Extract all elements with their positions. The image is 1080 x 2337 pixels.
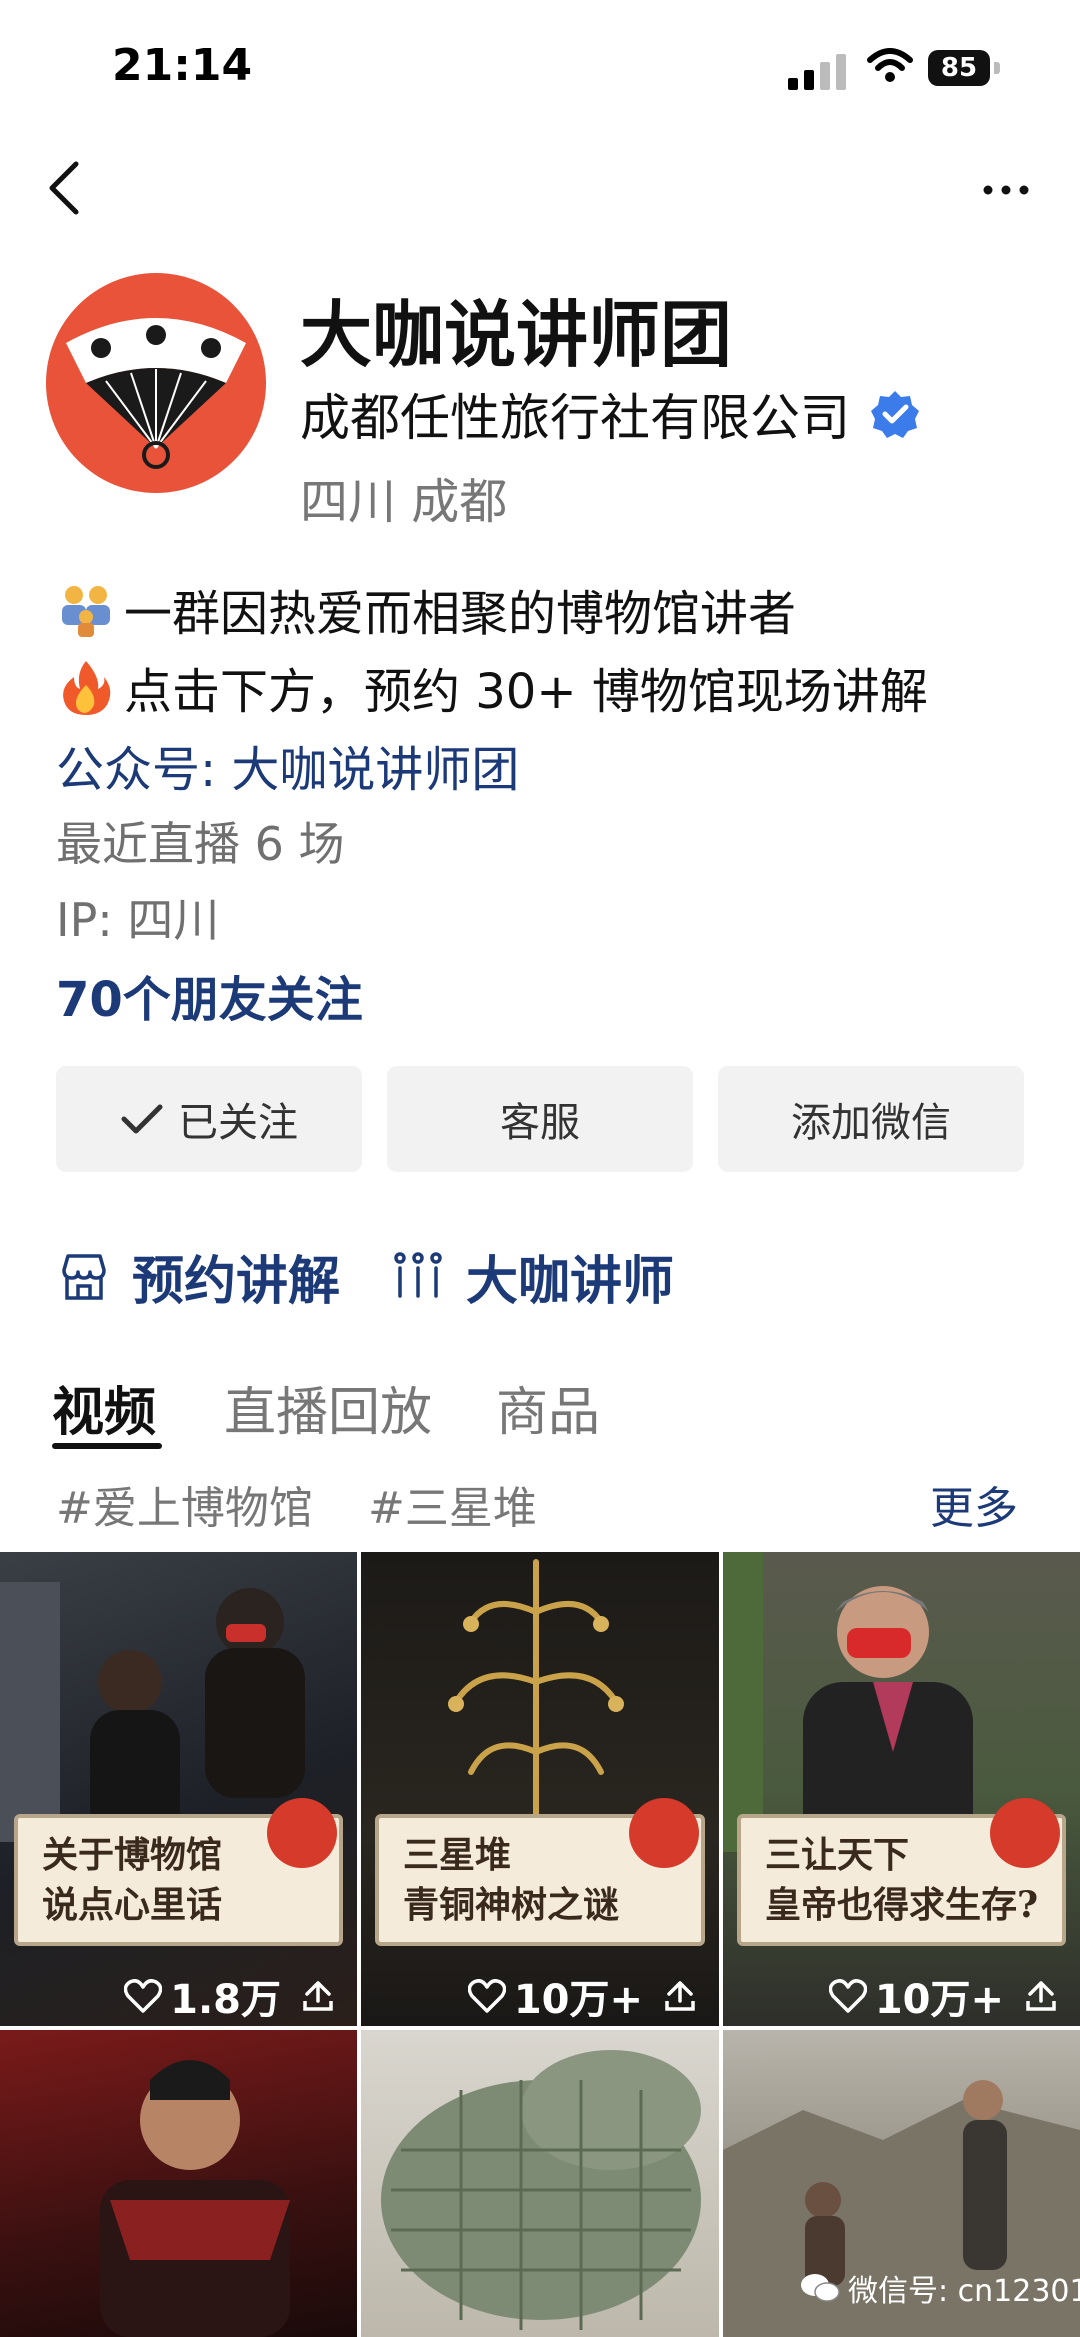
share-icon[interactable] xyxy=(301,1979,335,2013)
check-icon xyxy=(121,1104,163,1134)
watermark-text: 微信号: cn12301 xyxy=(848,2274,1080,2309)
verified-badge-icon xyxy=(871,391,919,438)
profile-location: 四川 成都 xyxy=(300,474,508,530)
video-thumbnail xyxy=(100,2060,290,2337)
customer-service-label: 客服 xyxy=(500,1100,580,1146)
video-caption: 三星堆 青铜神树之谜 xyxy=(403,1834,620,1926)
video-stats: 10万+ xyxy=(723,1966,1080,2026)
recent-live-count: 最近直播 6 场 xyxy=(56,817,345,871)
battery-level: 85 xyxy=(928,50,990,86)
share-icon[interactable] xyxy=(663,1979,697,2013)
brand-stamp-icon xyxy=(267,1798,337,1868)
battery-icon: 85 xyxy=(928,50,1002,90)
more-tags-link[interactable]: 更多 xyxy=(930,1472,1018,1536)
video-tile[interactable]: 三星堆 青铜神树之谜 10万+ xyxy=(361,1552,719,2026)
tab-videos[interactable]: 视频 xyxy=(52,1370,156,1445)
heart-icon xyxy=(124,1979,163,2013)
back-icon[interactable] xyxy=(40,158,90,218)
ip-location: IP: 四川 xyxy=(56,893,220,947)
friends-follow-link[interactable]: 70个朋友关注 xyxy=(56,960,363,1030)
book-tour-label: 预约讲解 xyxy=(132,1251,341,1312)
lecturers-label: 大咖讲师 xyxy=(466,1251,675,1312)
store-icon xyxy=(62,1254,106,1300)
video-likes: 1.8万 xyxy=(170,1977,281,2023)
share-icon[interactable] xyxy=(1024,1979,1058,2013)
video-thumbnail xyxy=(381,2050,701,2330)
status-time: 21:14 xyxy=(112,40,253,91)
people-group-icon xyxy=(394,1252,442,1298)
wechat-icon xyxy=(801,2274,840,2302)
people-emoji-icon xyxy=(62,586,110,637)
video-stats: 10万+ xyxy=(361,1966,719,2026)
official-account-link[interactable]: 公众号: 大咖说讲师团 xyxy=(56,730,519,800)
bio-line-1: 一群因热爱而相聚的博物馆讲者 xyxy=(56,574,796,644)
add-wechat-button[interactable]: 添加微信 xyxy=(718,1066,1024,1172)
fan-logo-icon xyxy=(66,318,246,469)
followed-button[interactable]: 已关注 xyxy=(56,1066,362,1172)
video-likes: 10万+ xyxy=(874,1977,1004,2023)
bio-text-1: 一群因热爱而相聚的博物馆讲者 xyxy=(124,586,797,642)
heart-icon xyxy=(467,1979,506,2013)
video-tile[interactable] xyxy=(0,2030,357,2337)
status-bar: 21:14 85 xyxy=(0,0,1080,140)
signal-icon xyxy=(788,52,848,90)
video-tile[interactable]: 关于博物馆 说点心里话 1.8万 xyxy=(0,1552,357,2026)
customer-service-button[interactable]: 客服 xyxy=(387,1066,693,1172)
bio-text-2: 点击下方，预约 30+ 博物馆现场讲解 xyxy=(124,664,928,720)
active-tab-indicator xyxy=(52,1443,162,1449)
tab-live-replay[interactable]: 直播回放 xyxy=(224,1370,432,1445)
add-wechat-label: 添加微信 xyxy=(791,1100,951,1146)
tag-love-museum[interactable]: #爱上博物馆 xyxy=(56,1472,313,1536)
brand-stamp-icon xyxy=(629,1798,699,1868)
wifi-icon xyxy=(867,48,913,82)
wechat-watermark: 微信号: cn12301 xyxy=(800,2266,1080,2310)
more-icon[interactable] xyxy=(980,170,1032,210)
video-caption: 关于博物馆 说点心里话 xyxy=(42,1834,223,1926)
video-stats: 1.8万 xyxy=(0,1966,357,2026)
video-likes: 10万+ xyxy=(513,1977,643,2023)
company-row: 成都任性旅行社有限公司 xyxy=(300,378,920,450)
video-tile[interactable] xyxy=(361,2030,719,2337)
fire-emoji-icon xyxy=(63,661,111,715)
book-tour-link[interactable]: 预约讲解 xyxy=(56,1236,340,1316)
tag-sanxingdui[interactable]: #三星堆 xyxy=(368,1472,537,1536)
profile-name: 大咖说讲师团 xyxy=(300,293,733,377)
followed-label: 已关注 xyxy=(178,1100,298,1146)
avatar[interactable] xyxy=(46,273,266,493)
bio-line-2: 点击下方，预约 30+ 博物馆现场讲解 xyxy=(56,652,928,722)
heart-icon xyxy=(828,1979,867,2013)
video-tile[interactable]: 三让天下 皇帝也得求生存? 10万+ xyxy=(723,1552,1080,2026)
brand-stamp-icon xyxy=(990,1798,1060,1868)
lecturers-link[interactable]: 大咖讲师 xyxy=(390,1236,674,1316)
tab-products[interactable]: 商品 xyxy=(496,1370,600,1445)
company-name: 成都任性旅行社有限公司 xyxy=(300,389,850,447)
